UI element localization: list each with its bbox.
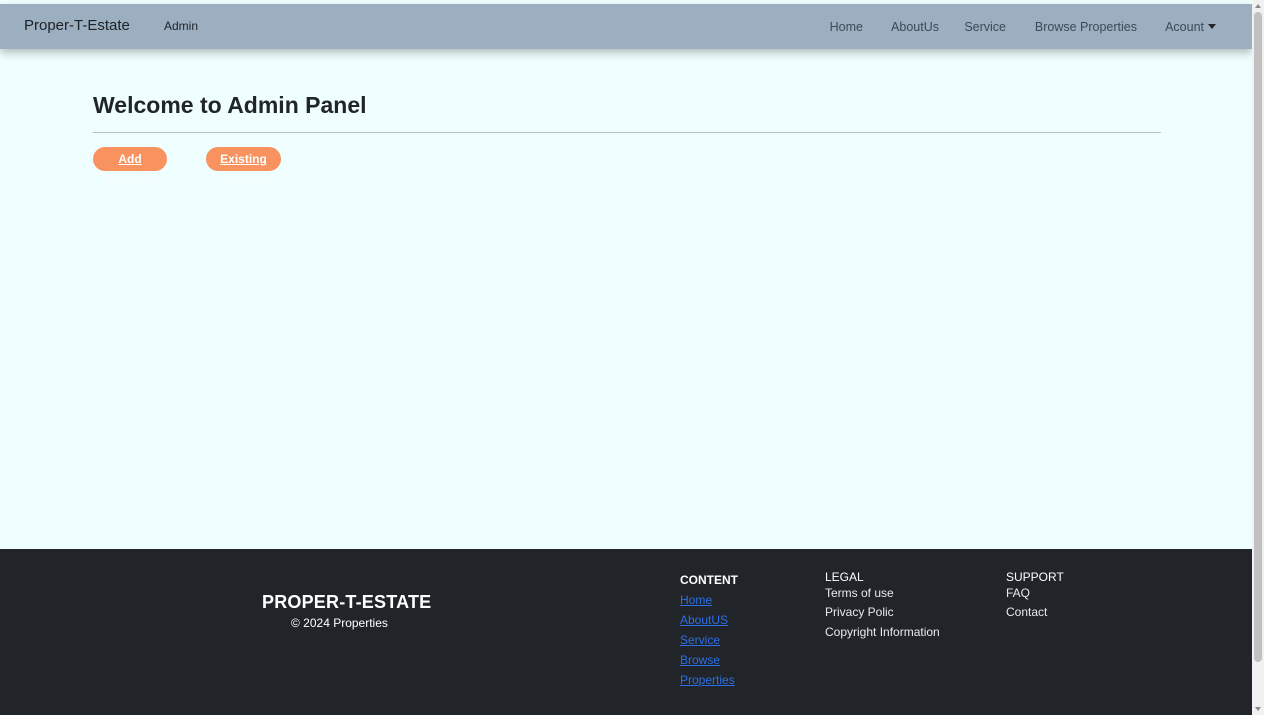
footer-link-browse[interactable]: Browse bbox=[680, 650, 738, 670]
footer-brand: PROPER-T-ESTATE bbox=[262, 592, 432, 612]
add-properties-button[interactable]: Add bbox=[93, 147, 167, 171]
footer-link-aboutus[interactable]: AboutUS bbox=[680, 610, 738, 630]
existing-properties-sublabel[interactable]: Properties bbox=[206, 174, 281, 185]
nav-browse-properties[interactable]: Browse Properties bbox=[1035, 20, 1137, 34]
footer-support-heading: SUPPORT bbox=[1006, 570, 1064, 584]
page: Proper-T-Estate Admin Home AboutUs Servi… bbox=[0, 0, 1252, 715]
add-properties-sublabel[interactable]: Properties bbox=[93, 174, 167, 185]
footer-link-home[interactable]: Home bbox=[680, 590, 738, 610]
footer-terms-of-use[interactable]: Terms of use bbox=[825, 584, 940, 602]
footer-content-heading: CONTENT bbox=[680, 573, 738, 587]
scroll-down-icon[interactable] bbox=[1255, 707, 1261, 711]
existing-properties-button[interactable]: Existing bbox=[206, 147, 281, 171]
vertical-scrollbar[interactable] bbox=[1252, 0, 1264, 715]
footer: PROPER-T-ESTATE © 2024 Properties CONTEN… bbox=[0, 549, 1252, 715]
navbar-brand[interactable]: Proper-T-Estate bbox=[24, 17, 130, 34]
nav-account-label: Acount bbox=[1165, 20, 1204, 34]
footer-faq[interactable]: FAQ bbox=[1006, 584, 1064, 602]
navbar: Proper-T-Estate Admin Home AboutUs Servi… bbox=[0, 4, 1252, 49]
footer-link-service[interactable]: Service bbox=[680, 630, 738, 650]
nav-service[interactable]: Service bbox=[964, 20, 1006, 34]
scroll-up-icon[interactable] bbox=[1255, 4, 1261, 8]
scrollbar-thumb[interactable] bbox=[1254, 12, 1262, 662]
footer-legal-column: LEGAL Terms of use Privacy Polic Copyrig… bbox=[825, 570, 940, 642]
page-title: Welcome to Admin Panel bbox=[93, 92, 367, 118]
nav-account-dropdown[interactable]: Acount bbox=[1165, 20, 1216, 34]
nav-admin-link[interactable]: Admin bbox=[164, 19, 198, 33]
footer-content-column: CONTENT Home AboutUS Service Browse Prop… bbox=[680, 570, 738, 690]
footer-privacy-policy[interactable]: Privacy Polic bbox=[825, 602, 940, 622]
footer-copyright: © 2024 Properties bbox=[291, 616, 388, 630]
caret-down-icon bbox=[1208, 24, 1216, 29]
footer-legal-heading: LEGAL bbox=[825, 570, 864, 584]
footer-copyright-information[interactable]: Copyright Information bbox=[825, 622, 940, 642]
nav-home[interactable]: Home bbox=[830, 20, 863, 34]
footer-link-properties[interactable]: Properties bbox=[680, 670, 738, 690]
nav-about-us[interactable]: AboutUs bbox=[891, 20, 939, 34]
title-divider bbox=[93, 132, 1161, 133]
footer-contact[interactable]: Contact bbox=[1006, 602, 1064, 622]
footer-support-column: SUPPORT FAQ Contact bbox=[1006, 570, 1064, 622]
